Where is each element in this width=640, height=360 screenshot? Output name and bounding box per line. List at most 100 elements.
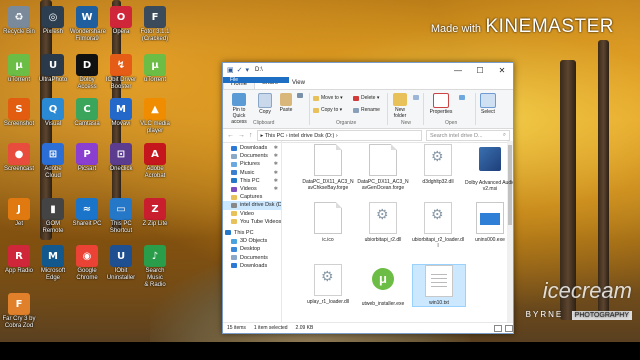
details-view-icon[interactable]	[494, 324, 502, 332]
file-name: unins000.exe	[475, 237, 505, 243]
pin-quick-access-button[interactable]: Pin to Quick access	[226, 93, 252, 125]
desktop-icon[interactable]: C Camtasia	[70, 96, 104, 140]
address-bar[interactable]: ▸ This PC › intel drive Dsk (D:) ›	[256, 130, 422, 141]
file-item[interactable]: DataPC_DX11_AC3_NavChkseBay.forge	[302, 144, 354, 191]
minimize-button[interactable]: —	[447, 66, 469, 75]
desktop-icon[interactable]: M Movavi	[104, 96, 138, 140]
nav-item[interactable]: Captures	[223, 193, 281, 201]
desktop-icon[interactable]: W Wondershare Filmora9	[70, 4, 106, 48]
desktop-icon-label: Recycle Bin	[3, 29, 35, 35]
new-item-button[interactable]	[413, 95, 419, 100]
file-item[interactable]: ⚙ uplay_r1_loader.dll	[302, 264, 354, 305]
select-button[interactable]: Select	[477, 93, 499, 115]
checkmark-icon[interactable]: ✓	[237, 66, 243, 74]
desktop-icon[interactable]: U UltraPhoto	[36, 52, 70, 96]
app-icon: R	[8, 245, 30, 267]
desktop-icon[interactable]: O Opera	[104, 4, 138, 48]
properties-icon[interactable]: ▣	[227, 66, 234, 74]
desktop-icon[interactable]: D Dolby Access	[70, 52, 104, 96]
tab-view[interactable]: View	[285, 77, 312, 89]
desktop-icon[interactable]: ↯ IObit Driver Booster	[104, 52, 138, 96]
file-item[interactable]: μ utweb_installer.exe	[357, 264, 409, 307]
doc-file-icon	[314, 202, 342, 234]
desktop-icon[interactable]: J Jet	[2, 196, 36, 240]
desktop-icon-label: Adobe Acrobat	[144, 166, 166, 179]
back-arrow-icon[interactable]: ←	[227, 132, 234, 139]
desktop-icon[interactable]: ⊡ Oneclick	[104, 141, 138, 185]
desktop-icon-label: Camtasia	[74, 121, 100, 127]
navigation-pane[interactable]: Downloads ✱ Documents ✱ Pictures ✱ Music ✱ This …	[223, 141, 282, 326]
desktop-icon[interactable]: ♪ Search Music & Radio	[138, 243, 172, 288]
desktop-icon[interactable]: ♻ Recycle Bin	[2, 4, 36, 48]
nav-item[interactable]: This PC ✱	[223, 177, 281, 185]
desktop-icon[interactable]: ◎ Pixresh	[36, 4, 70, 48]
nav-item[interactable]: Desktop	[223, 245, 281, 253]
nav-item[interactable]: 3D Objects	[223, 237, 281, 245]
close-button[interactable]: ✕	[491, 66, 513, 75]
desktop-icon[interactable]: ZZ Zip Lite	[138, 196, 172, 240]
move-to-button[interactable]: Move to ▾	[313, 95, 343, 101]
file-name: ubiorbitapi_r2_loader.dll	[412, 237, 464, 249]
desktop-icon[interactable]: F Far Cry 3 by Cobra Zod	[2, 291, 36, 335]
desktop-icon[interactable]: F Fotor 3.1.1 (Cracked)	[138, 4, 172, 48]
desktop-icon[interactable]: ▮ GOM Remote	[36, 196, 70, 240]
delete-button[interactable]: Delete ▾	[353, 95, 379, 101]
desktop-icon[interactable]: S Screenshot	[2, 96, 36, 140]
desktop-icon[interactable]: Q Visual	[36, 96, 70, 140]
desktop-icon[interactable]: ▲ VLC media player	[138, 96, 172, 140]
up-arrow-icon[interactable]: ↑	[249, 132, 253, 139]
nav-item[interactable]: Pictures ✱	[223, 160, 281, 168]
nav-item[interactable]: Downloads ✱	[223, 144, 281, 152]
forward-arrow-icon[interactable]: →	[238, 132, 245, 139]
search-input[interactable]: Search intel drive D... ⌕	[426, 130, 510, 141]
chevron-down-icon[interactable]: ▾	[246, 66, 250, 74]
file-item[interactable]: ic.ico	[302, 202, 354, 243]
file-item[interactable]: ⚙ ubiorbitapi_r2_loader.dll	[412, 202, 464, 249]
desktop-icon[interactable]: P Picsart	[70, 141, 104, 185]
move-to-icon	[313, 95, 319, 101]
file-list[interactable]: DataPC_DX11_AC3_NavChkseBay.forge DataPC_…	[282, 141, 513, 323]
desktop-icon[interactable]: ● Screencast	[2, 141, 36, 185]
file-explorer-window[interactable]: ▣ ✓ ▾ D:\ — ☐ ✕ File Home Share View Pin…	[222, 62, 514, 334]
title-bar[interactable]: ▣ ✓ ▾ D:\ — ☐ ✕	[223, 63, 513, 77]
nav-item[interactable]: Documents ✱	[223, 152, 281, 160]
paste-button[interactable]: Paste	[277, 93, 295, 113]
file-item[interactable]: Dolby Advanced Audio v2.msi	[464, 144, 513, 192]
nav-item[interactable]: You Tube Videos	[223, 218, 281, 226]
desktop-icon[interactable]: R App Radio	[2, 243, 36, 287]
large-icons-view-icon[interactable]	[505, 324, 513, 332]
file-item[interactable]: DataPC_DX11_AC3_NavGenOcean.forge	[357, 144, 409, 191]
desktop-icon[interactable]: μ uTorrent	[138, 52, 172, 96]
file-item[interactable]: ⚙ d3dghltp32.dll	[412, 144, 464, 185]
desktop-icon-label: uTorrent	[143, 77, 166, 83]
nav-item[interactable]: Music ✱	[223, 169, 281, 177]
cut-button[interactable]	[297, 93, 303, 98]
nav-item[interactable]: Downloads	[223, 262, 281, 270]
nav-item[interactable]: This PC	[223, 229, 281, 237]
copy-icon	[258, 93, 272, 108]
desktop-icon[interactable]: U IObit Uninstaller	[104, 243, 138, 287]
copy-to-button[interactable]: Copy to ▾	[313, 107, 342, 113]
open-button[interactable]	[459, 95, 465, 100]
desktop-icon[interactable]: μ uTorrent	[2, 52, 36, 96]
file-item[interactable]: win10.txt	[412, 264, 466, 307]
desktop-icon[interactable]: M Microsoft Edge	[36, 243, 70, 287]
desktop-icon[interactable]: ◉ Google Chrome	[70, 243, 104, 287]
maximize-button[interactable]: ☐	[469, 66, 491, 75]
desktop-icon[interactable]: ⊞ Adobe Cloud	[36, 141, 70, 185]
properties-button[interactable]: Properties	[427, 93, 455, 115]
nav-item[interactable]: Documents	[223, 253, 281, 261]
nav-item[interactable]: Video	[223, 210, 281, 218]
nav-item[interactable]: intel drive Dsk (D:)	[223, 201, 281, 210]
copy-button[interactable]: Copy	[256, 93, 274, 115]
rename-button[interactable]: Rename	[353, 107, 380, 113]
nav-item[interactable]: Videos ✱	[223, 185, 281, 193]
desktop-icon[interactable]: ▭ This PC Shortcut	[104, 196, 138, 240]
desktop-icon[interactable]: A Adobe Acrobat	[138, 141, 172, 185]
tab-file[interactable]: File	[223, 77, 289, 83]
file-item[interactable]: unins000.exe	[464, 202, 513, 243]
new-folder-button[interactable]: New folder	[389, 93, 411, 119]
desktop-icon[interactable]: ≈ Shareit PC	[70, 196, 104, 240]
file-item[interactable]: ⚙ ubiorbitapi_r2.dll	[357, 202, 409, 243]
new-item-icon	[413, 95, 419, 100]
